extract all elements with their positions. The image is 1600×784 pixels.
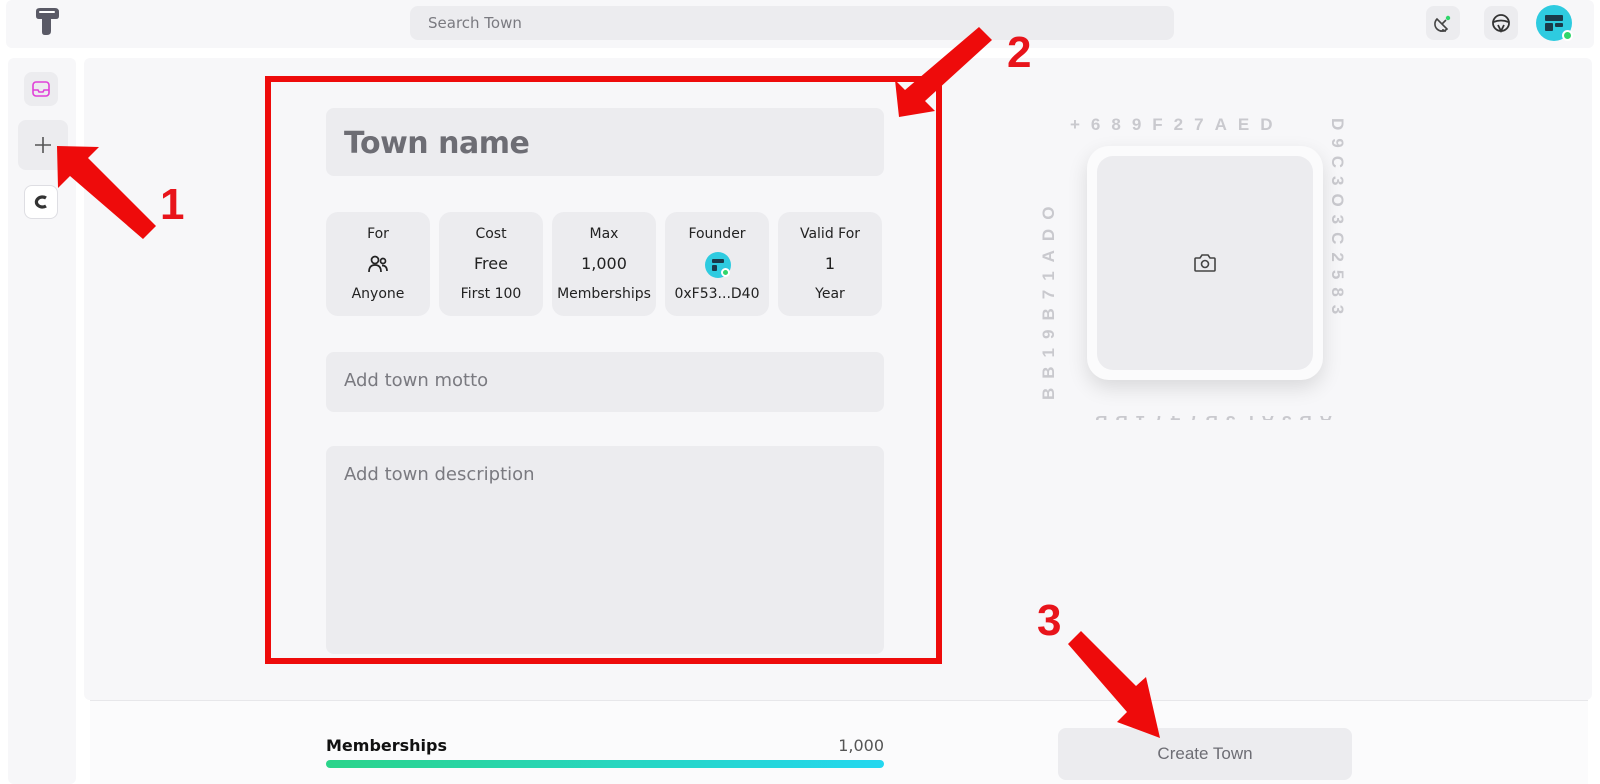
steering-wheel-icon[interactable] — [1484, 6, 1518, 40]
create-town-button[interactable]: Create Town — [1058, 728, 1352, 780]
town-image-frame — [1087, 146, 1323, 380]
ring-text-top: +689F27AED — [1070, 115, 1283, 134]
add-town-button[interactable] — [18, 120, 68, 170]
inbox-icon[interactable] — [24, 72, 58, 106]
ring-text-right: D9C3O3C2583 — [1328, 118, 1347, 322]
annotation-number-2: 2 — [1007, 28, 1032, 77]
annotation-number-3: 3 — [1037, 596, 1062, 645]
satellite-icon[interactable] — [1426, 6, 1460, 40]
online-status-dot — [1562, 30, 1573, 41]
top-bar: Search Town — [6, 0, 1594, 48]
camera-icon — [1194, 254, 1216, 272]
towns-logo-icon[interactable] — [32, 6, 62, 36]
memberships-progress-bar — [326, 760, 884, 768]
memberships-label: Memberships — [326, 736, 448, 755]
search-placeholder: Search Town — [428, 14, 522, 32]
user-avatar[interactable] — [1536, 5, 1573, 41]
town-image-upload[interactable] — [1097, 156, 1313, 370]
memberships-value: 1,000 — [838, 736, 884, 755]
annotation-number-1: 1 — [160, 180, 185, 229]
search-input[interactable]: Search Town — [410, 6, 1174, 40]
ring-text-bottom: AB3AF3B7471BB — [1087, 412, 1332, 420]
annotation-highlight-box — [265, 76, 942, 664]
town-c-icon[interactable] — [24, 185, 58, 219]
left-rail — [8, 58, 76, 784]
ring-text-left: BB19B71ADO — [1040, 198, 1058, 400]
